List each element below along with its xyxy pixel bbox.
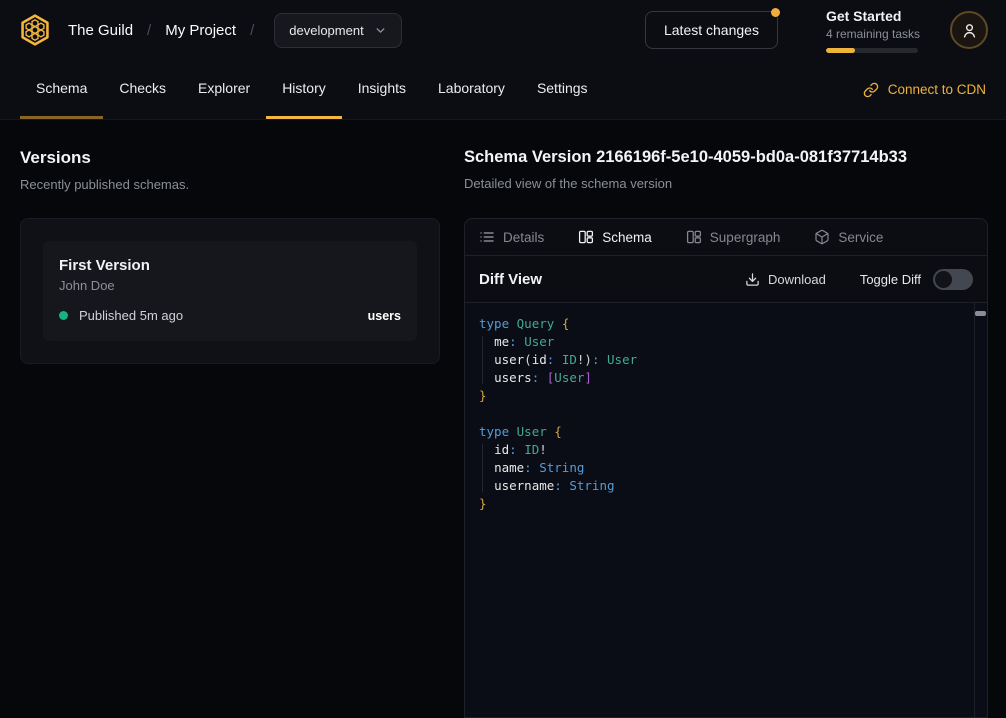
tab-schema[interactable]: Schema [578, 229, 652, 245]
schema-code-viewer[interactable]: type Query { me: User user(id: ID!): Use… [465, 302, 987, 718]
download-icon [745, 272, 760, 287]
code-line: username: String [479, 477, 961, 495]
nav-tab-schema[interactable]: Schema [20, 60, 103, 119]
app-header: The Guild / My Project / development Lat… [0, 0, 1006, 60]
detail-subtitle: Detailed view of the schema version [464, 176, 988, 191]
version-status-text: Published 5m ago [79, 308, 183, 323]
get-started-progress-track [826, 48, 918, 53]
code-line: type User { [479, 423, 961, 441]
versions-list: First Version John Doe Published 5m ago … [20, 218, 440, 364]
nav-tab-checks[interactable]: Checks [103, 60, 182, 119]
notification-dot [771, 8, 780, 17]
nav-tab-history[interactable]: History [266, 60, 342, 119]
versions-title: Versions [20, 148, 440, 168]
chevron-down-icon [374, 24, 387, 37]
versions-panel: Versions Recently published schemas. Fir… [20, 148, 440, 718]
tab-details[interactable]: Details [479, 229, 544, 245]
tab-details-label: Details [503, 230, 544, 245]
progress-fill [826, 48, 855, 53]
toggle-knob [935, 271, 952, 288]
nav-tab-settings[interactable]: Settings [521, 60, 604, 119]
code-content: type Query { me: User user(id: ID!): Use… [479, 315, 961, 513]
published-status-dot [59, 311, 68, 320]
code-line: type Query { [479, 315, 961, 333]
columns-icon [578, 229, 594, 245]
indent-guide [482, 444, 483, 492]
nav-tab-laboratory[interactable]: Laboratory [422, 60, 521, 119]
detail-tabbar: Details Schema Supergraph [465, 219, 987, 256]
connect-to-cdn-link[interactable]: Connect to CDN [863, 60, 986, 119]
version-list-item[interactable]: First Version John Doe Published 5m ago … [43, 241, 417, 341]
target-select[interactable]: development [274, 13, 401, 48]
code-line: } [479, 387, 961, 405]
diff-view-title: Diff View [479, 271, 542, 288]
version-status-row: Published 5m ago users [59, 308, 401, 323]
columns-icon [686, 229, 702, 245]
latest-changes-label: Latest changes [664, 22, 759, 38]
indent-guide [482, 336, 483, 384]
detail-card: Details Schema Supergraph [464, 218, 988, 718]
code-line: user(id: ID!): User [479, 351, 961, 369]
version-detail-panel: Schema Version 2166196f-5e10-4059-bd0a-0… [464, 148, 988, 718]
hive-logo-icon[interactable] [18, 13, 52, 47]
code-scrollbar-thumb[interactable] [975, 311, 986, 316]
link-icon [863, 82, 879, 98]
breadcrumb-org[interactable]: The Guild [68, 22, 133, 39]
code-scrollbar[interactable] [974, 303, 987, 718]
tab-schema-label: Schema [602, 230, 652, 245]
code-line: users: [User] [479, 369, 961, 387]
main-nav: Schema Checks Explorer History Insights … [0, 60, 1006, 120]
code-line: id: ID! [479, 441, 961, 459]
versions-subtitle: Recently published schemas. [20, 177, 440, 192]
breadcrumb-project[interactable]: My Project [165, 22, 236, 39]
tab-service-label: Service [838, 230, 883, 245]
get-started-widget[interactable]: Get Started 4 remaining tasks [826, 8, 920, 53]
service-name-badge: users [368, 309, 401, 323]
code-line: name: String [479, 459, 961, 477]
version-author: John Doe [59, 278, 401, 293]
toggle-diff-label: Toggle Diff [860, 272, 921, 287]
target-select-value: development [289, 23, 363, 38]
user-avatar-button[interactable] [950, 11, 988, 49]
get-started-title: Get Started [826, 8, 920, 24]
nav-tab-explorer[interactable]: Explorer [182, 60, 266, 119]
toggle-diff-switch[interactable] [933, 269, 973, 290]
latest-changes-button[interactable]: Latest changes [645, 11, 778, 49]
list-icon [479, 229, 495, 245]
code-line: me: User [479, 333, 961, 351]
breadcrumb-separator: / [147, 22, 151, 39]
tab-supergraph[interactable]: Supergraph [686, 229, 781, 245]
cube-icon [814, 229, 830, 245]
nav-tab-insights[interactable]: Insights [342, 60, 422, 119]
page-content: Versions Recently published schemas. Fir… [0, 120, 1006, 718]
connect-to-cdn-label: Connect to CDN [888, 82, 986, 97]
diff-view-header: Diff View Download Toggle Diff [465, 256, 987, 302]
code-line: } [479, 495, 961, 513]
code-line [479, 405, 961, 423]
download-label: Download [768, 272, 826, 287]
tab-supergraph-label: Supergraph [710, 230, 781, 245]
detail-title: Schema Version 2166196f-5e10-4059-bd0a-0… [464, 148, 988, 167]
download-button[interactable]: Download [739, 271, 832, 288]
user-icon [961, 22, 978, 39]
tab-service[interactable]: Service [814, 229, 883, 245]
get-started-subtitle: 4 remaining tasks [826, 27, 920, 41]
version-name: First Version [59, 257, 401, 274]
breadcrumb-separator: / [250, 22, 254, 39]
